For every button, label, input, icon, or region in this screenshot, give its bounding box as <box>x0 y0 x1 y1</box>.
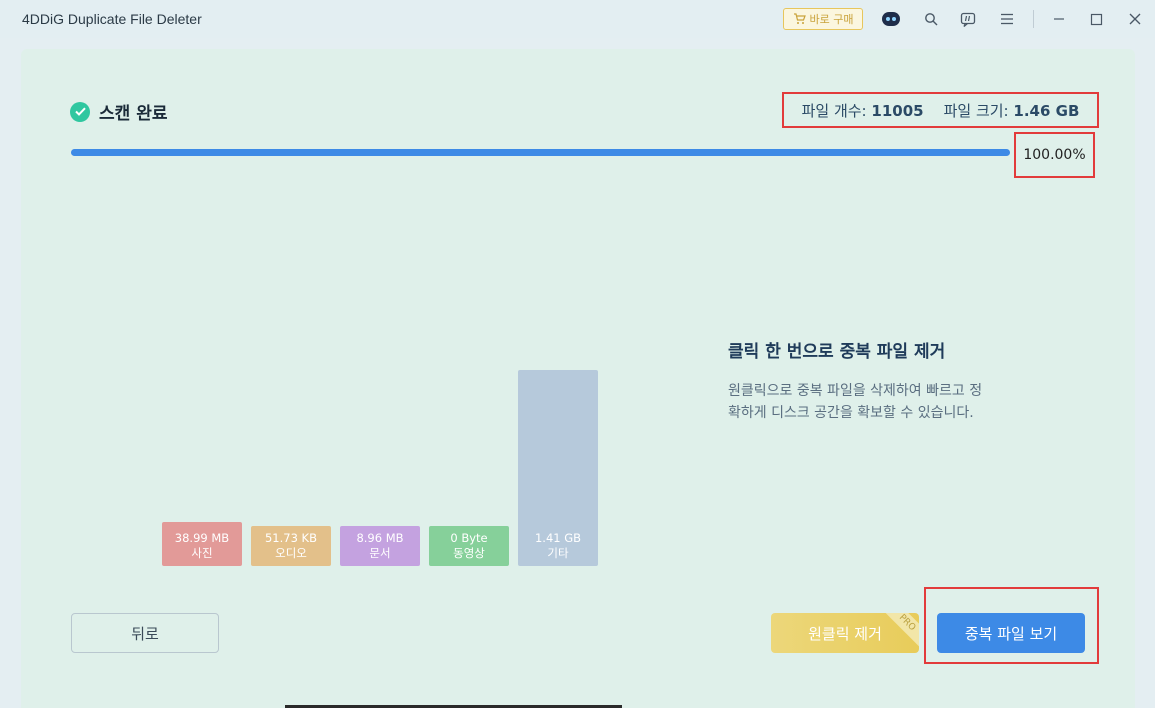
one-click-remove-button[interactable]: 원클릭 제거 PRO <box>771 613 919 653</box>
bar-documents: 8.96 MB 문서 <box>340 526 420 566</box>
menu-icon[interactable] <box>997 9 1017 29</box>
file-size-value: 1.46 GB <box>1013 101 1080 120</box>
close-icon[interactable] <box>1125 9 1145 29</box>
bar-audio-value: 51.73 KB <box>264 531 317 545</box>
file-size-label: 파일 크기: <box>943 101 1009 120</box>
feature-desc-line1: 원클릭으로 중복 파일을 삭제하여 빠르고 정 <box>728 383 983 399</box>
scan-status-label: 스캔 완료 <box>99 104 168 124</box>
robot-icon[interactable] <box>881 9 901 29</box>
bar-videos: 0 Byte 동영상 <box>429 526 509 566</box>
cart-icon <box>793 13 806 24</box>
file-count-value: 11005 <box>871 101 924 120</box>
back-button[interactable]: 뒤로 <box>71 613 219 653</box>
bar-others-value: 1.41 GB <box>534 531 582 545</box>
bar-photos: 38.99 MB 사진 <box>162 522 242 566</box>
file-size: 파일 크기: 1.46 GB <box>944 100 1080 121</box>
scan-progress-fill <box>71 149 1010 156</box>
scan-progress-bar <box>71 149 1010 156</box>
feature-description: 원클릭으로 중복 파일을 삭제하여 빠르고 정 확하게 디스크 공간을 확보할 … <box>728 380 1068 424</box>
pro-badge: PRO <box>882 613 919 648</box>
file-count-label: 파일 개수: <box>801 101 867 120</box>
bar-videos-label: 동영상 <box>453 546 485 560</box>
bar-photos-value: 38.99 MB <box>174 531 230 545</box>
one-click-remove-label: 원클릭 제거 <box>808 624 882 643</box>
bar-audio: 51.73 KB 오디오 <box>251 526 331 566</box>
feature-title: 클릭 한 번으로 중복 파일 제거 <box>728 342 946 362</box>
bar-videos-value: 0 Byte <box>450 531 488 545</box>
view-duplicates-button[interactable]: 중복 파일 보기 <box>937 613 1085 653</box>
check-icon <box>70 101 90 122</box>
bar-documents-value: 8.96 MB <box>356 531 404 545</box>
scan-status: 스캔 완료 <box>70 99 167 124</box>
bar-others-label: 기타 <box>547 546 569 560</box>
minimize-icon[interactable] <box>1049 9 1069 29</box>
feedback-icon[interactable] <box>958 9 978 29</box>
bar-audio-label: 오디오 <box>275 546 307 560</box>
bar-others: 1.41 GB 기타 <box>518 370 598 566</box>
maximize-icon[interactable] <box>1086 9 1106 29</box>
progress-percent: 100.00% <box>1014 132 1095 178</box>
buy-label: 바로 구매 <box>809 13 854 26</box>
file-count: 파일 개수: 11005 <box>802 100 924 121</box>
bar-documents-label: 문서 <box>369 546 391 560</box>
bar-photos-label: 사진 <box>191 546 213 560</box>
buy-button[interactable]: 바로 구매 <box>783 8 863 30</box>
search-icon[interactable] <box>921 9 941 29</box>
titlebar-divider <box>1033 10 1034 28</box>
feature-desc-line2: 확하게 디스크 공간을 확보할 수 있습니다. <box>728 405 974 421</box>
scan-stats: 파일 개수: 11005 파일 크기: 1.46 GB <box>782 92 1099 128</box>
title-bar: 4DDiG Duplicate File Deleter 바로 구매 <box>0 0 1155 38</box>
app-title: 4DDiG Duplicate File Deleter <box>22 11 202 27</box>
